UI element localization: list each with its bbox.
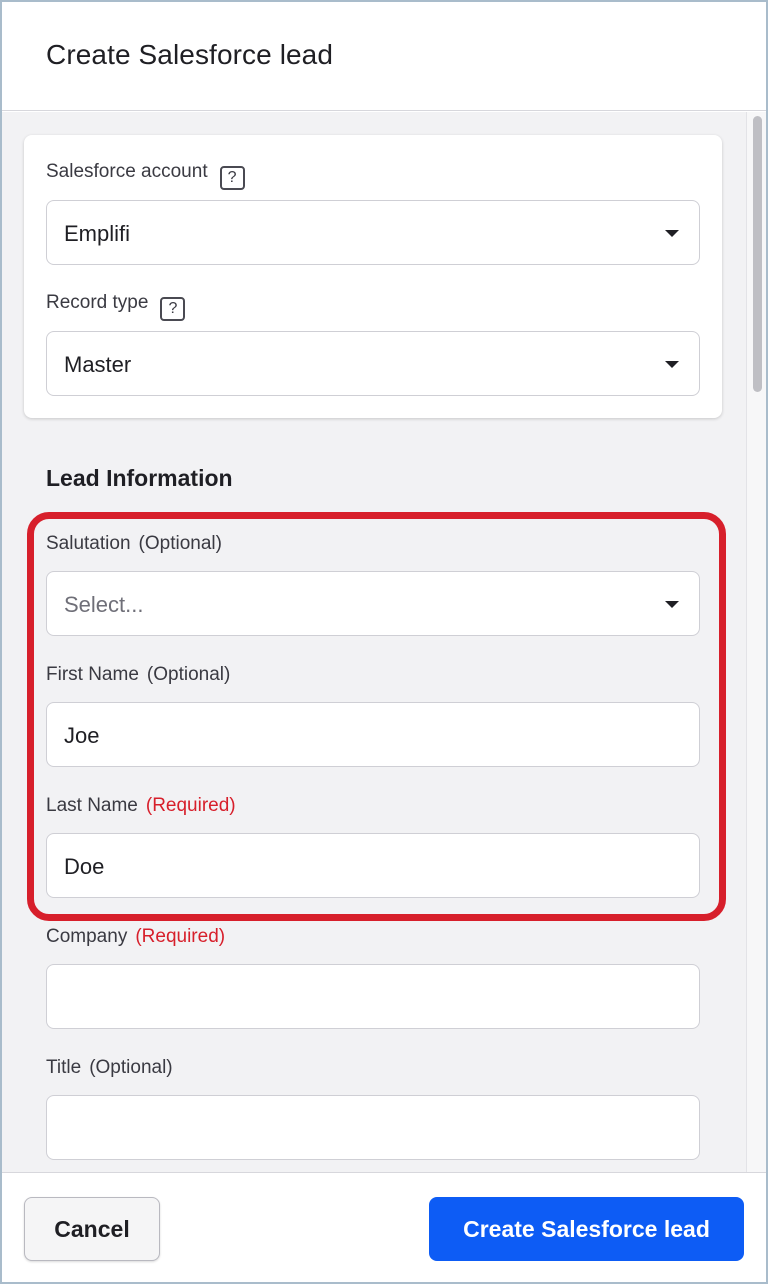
- required-tag: (Required): [145, 795, 236, 816]
- last-name-label: Last Name (Required): [46, 795, 236, 817]
- account-select-value: Emplifi: [64, 221, 131, 246]
- create-salesforce-lead-button[interactable]: Create Salesforce lead: [429, 1197, 744, 1261]
- optional-tag: (Optional): [89, 1057, 173, 1078]
- company-label: Company (Required): [46, 926, 225, 948]
- account-label: Salesforce account?: [46, 161, 245, 190]
- first-name-input[interactable]: Joe: [46, 702, 700, 767]
- question-mark-icon[interactable]: ?: [160, 297, 186, 321]
- record-type-select[interactable]: Master: [46, 331, 700, 396]
- optional-tag: (Optional): [146, 664, 231, 685]
- last-name-label-text: Last Name: [46, 795, 138, 816]
- dialog-body: Salesforce account? Emplifi Record type?…: [2, 112, 766, 1172]
- dialog-footer: Cancel Create Salesforce lead: [2, 1172, 766, 1282]
- first-name-label-text: First Name: [46, 664, 139, 685]
- optional-tag: (Optional): [138, 533, 222, 554]
- first-name-label: First Name (Optional): [46, 664, 230, 686]
- record-type-select-value: Master: [64, 352, 132, 377]
- chevron-down-icon: [665, 361, 679, 368]
- title-input[interactable]: [46, 1095, 700, 1160]
- required-tag: (Required): [135, 926, 226, 947]
- dialog-header: Create Salesforce lead: [2, 2, 766, 111]
- section-title-lead-information: Lead Information: [46, 465, 233, 491]
- scrollbar-thumb[interactable]: [753, 116, 762, 392]
- chevron-down-icon: [665, 230, 679, 237]
- record-type-label: Record type?: [46, 292, 186, 321]
- salutation-label-text: Salutation: [46, 533, 131, 554]
- account-label-text: Salesforce account: [46, 161, 208, 182]
- dialog-title: Create Salesforce lead: [46, 39, 334, 70]
- scrollbar[interactable]: [746, 112, 766, 1172]
- salutation-select[interactable]: Select...: [46, 571, 700, 636]
- title-label: Title (Optional): [46, 1057, 173, 1079]
- last-name-input[interactable]: Doe: [46, 833, 700, 898]
- company-label-text: Company: [46, 926, 128, 947]
- chevron-down-icon: [665, 601, 679, 608]
- record-type-label-text: Record type: [46, 292, 149, 313]
- account-select[interactable]: Emplifi: [46, 200, 700, 265]
- account-settings-card: Salesforce account? Emplifi Record type?…: [24, 135, 722, 418]
- salutation-placeholder: Select...: [64, 592, 144, 617]
- last-name-value: Doe: [64, 854, 105, 879]
- company-input[interactable]: [46, 964, 700, 1029]
- create-lead-dialog: Create Salesforce lead Salesforce accoun…: [0, 0, 768, 1284]
- title-label-text: Title: [46, 1057, 82, 1078]
- cancel-button[interactable]: Cancel: [24, 1197, 160, 1261]
- salutation-label: Salutation (Optional): [46, 533, 222, 555]
- first-name-value: Joe: [64, 723, 100, 748]
- question-mark-icon[interactable]: ?: [219, 166, 245, 190]
